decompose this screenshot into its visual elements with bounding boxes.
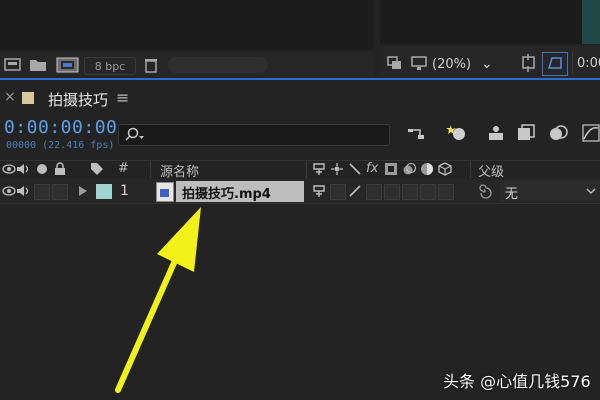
watermark: 头条 @心值几钱576 (443, 372, 591, 391)
annotation-arrow (115, 207, 201, 393)
